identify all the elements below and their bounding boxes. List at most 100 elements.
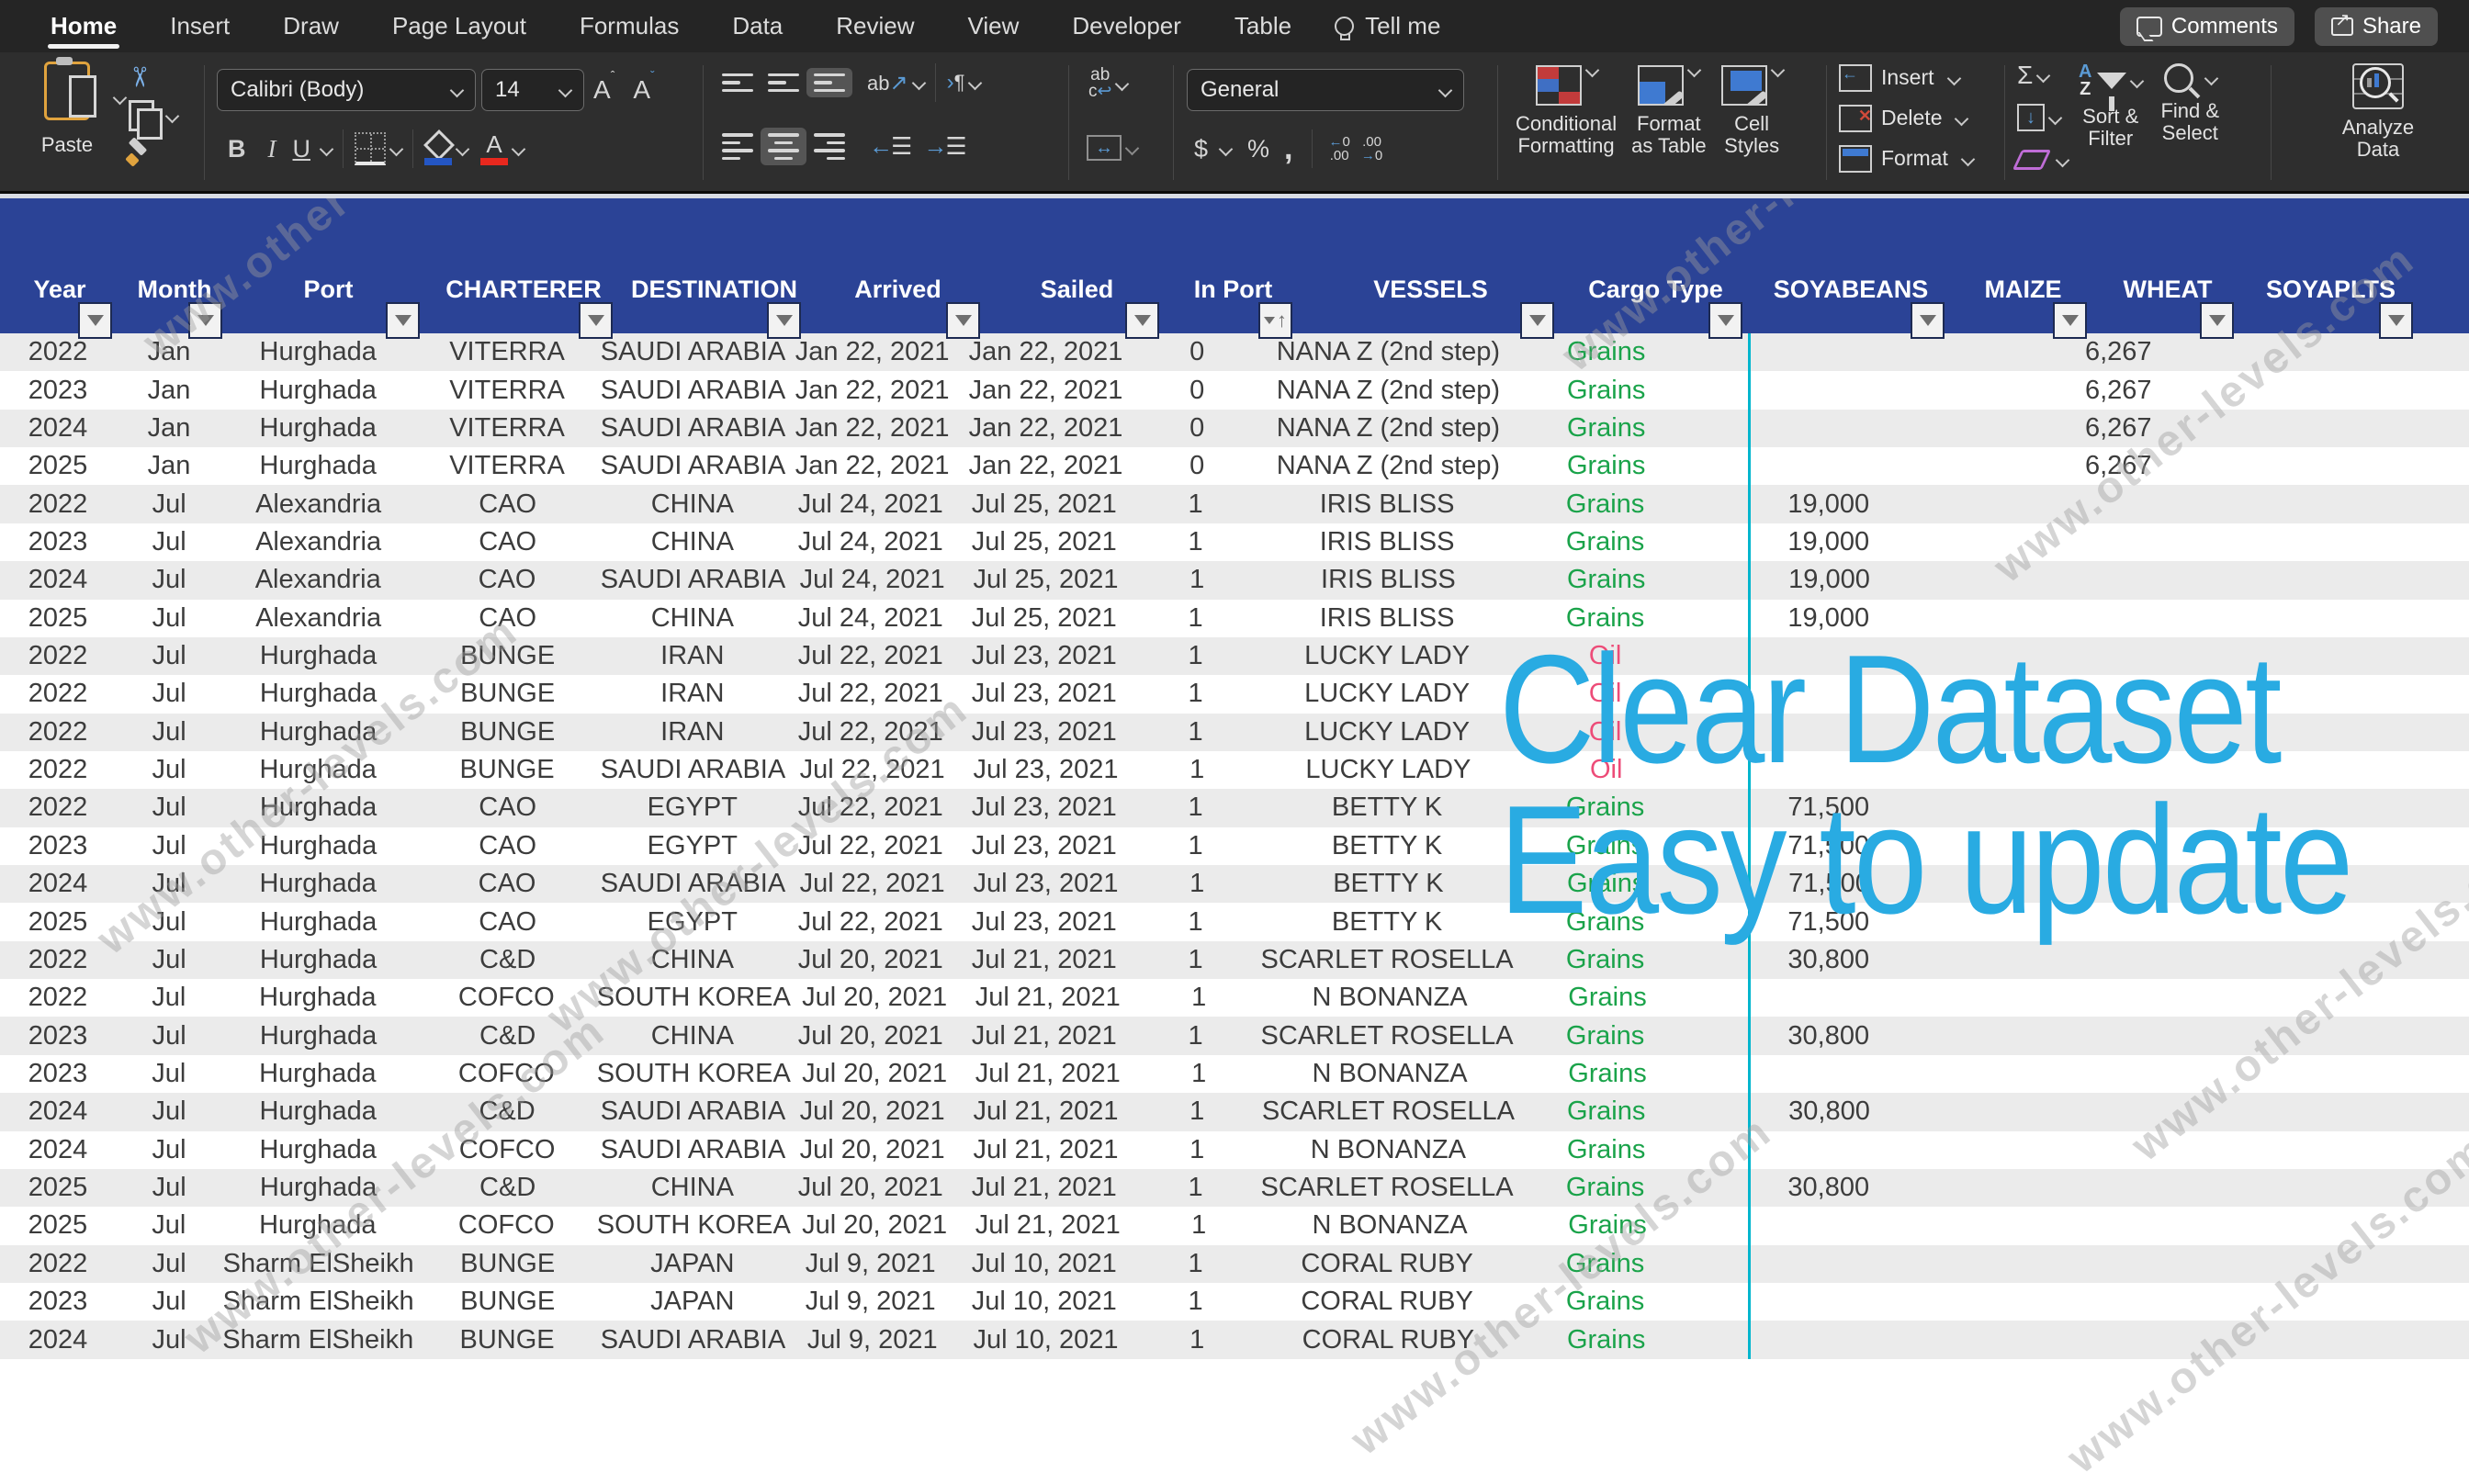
cell-month[interactable]: Jul <box>116 751 222 789</box>
cell-charterer[interactable]: C&D <box>414 1017 602 1054</box>
filter-dropdown-button-maize[interactable] <box>2053 302 2087 339</box>
cell-port[interactable]: Hurghada <box>222 410 413 447</box>
cell-maize[interactable] <box>1893 1283 2032 1321</box>
format-cells-button[interactable]: Format <box>1839 139 2004 179</box>
cell-wheat[interactable] <box>2032 1283 2175 1321</box>
cell-sailed[interactable]: Jul 23, 2021 <box>957 827 1131 865</box>
menu-tab-home[interactable]: Home <box>24 0 143 52</box>
cell-arrived[interactable]: Jul 22, 2021 <box>784 827 957 865</box>
cell-soyabeans[interactable] <box>1697 410 1894 447</box>
cell-in-port[interactable]: 1 <box>1131 789 1260 826</box>
cell-month[interactable]: Jan <box>116 333 222 371</box>
menu-tab-formulas[interactable]: Formulas <box>553 0 705 52</box>
cell-month[interactable]: Jul <box>116 1093 222 1130</box>
cell-wheat[interactable] <box>2032 941 2175 979</box>
cell-month[interactable]: Jul <box>116 523 222 561</box>
orientation-button[interactable]: ab↗ <box>867 70 926 96</box>
cell-charterer[interactable]: COFCO <box>413 1131 600 1169</box>
cell-port[interactable]: Hurghada <box>222 1169 413 1207</box>
cell-sailed[interactable]: Jul 21, 2021 <box>959 1093 1133 1130</box>
cell-wheat[interactable] <box>2032 1017 2175 1054</box>
cell-sailed[interactable]: Jul 25, 2021 <box>957 523 1131 561</box>
cell-hipr[interactable] <box>2350 789 2469 826</box>
cell-arrived[interactable]: Jul 20, 2021 <box>784 1169 957 1207</box>
cell-maize[interactable] <box>1894 1093 2033 1130</box>
cell-sailed[interactable]: Jul 21, 2021 <box>957 941 1131 979</box>
sort-filter-button[interactable]: AZ Sort & Filter <box>2071 58 2149 197</box>
cell-port[interactable]: Hurghada <box>222 1207 413 1244</box>
cell-destination[interactable]: SAUDI ARABIA <box>601 447 785 485</box>
cell-wheat[interactable] <box>2034 979 2177 1017</box>
cell-year[interactable]: 2024 <box>0 1321 116 1358</box>
cell-year[interactable]: 2025 <box>0 600 116 637</box>
cell-month[interactable]: Jul <box>116 561 222 599</box>
increase-font-size-button[interactable]: Aˆ <box>584 68 624 105</box>
tell-me[interactable]: Tell me <box>1318 12 1440 40</box>
increase-decimal-button[interactable]: ←0.00 <box>1324 135 1356 163</box>
cell-styles-button[interactable]: Cell Styles <box>1714 60 1790 163</box>
analyze-data-button[interactable]: Analyze Data <box>2335 58 2421 197</box>
merge-center-button[interactable]: ↔ <box>1087 135 1140 161</box>
cell-wheat[interactable] <box>2034 1207 2177 1244</box>
cell-hipr[interactable] <box>2350 751 2469 789</box>
cell-maize[interactable] <box>1894 1131 2033 1169</box>
cell-port[interactable]: Alexandria <box>222 523 413 561</box>
cell-maize[interactable] <box>1893 485 2032 523</box>
cell-charterer[interactable]: BUNGE <box>413 1321 600 1358</box>
cell-vessels[interactable]: SCARLET ROSELLA <box>1260 1169 1514 1207</box>
cell-soyaplts[interactable] <box>2175 1017 2350 1054</box>
autosum-button[interactable]: Σ <box>2017 58 2068 93</box>
cell-arrived[interactable]: Jul 20, 2021 <box>784 1017 957 1054</box>
cell-destination[interactable]: JAPAN <box>601 1283 784 1321</box>
cell-arrived[interactable]: Jul 20, 2021 <box>788 979 962 1017</box>
menu-tab-data[interactable]: Data <box>705 0 809 52</box>
cell-vessels[interactable]: BETTY K <box>1260 903 1514 940</box>
cell-vessels[interactable]: IRIS BLISS <box>1260 485 1514 523</box>
cell-port[interactable]: Alexandria <box>222 561 413 599</box>
cell-year[interactable]: 2023 <box>0 523 116 561</box>
filter-dropdown-button-vessels[interactable] <box>1520 302 1554 339</box>
cell-arrived[interactable]: Jul 22, 2021 <box>784 903 957 940</box>
cell-in-port[interactable]: 1 <box>1131 1245 1260 1283</box>
cell-in-port[interactable]: 0 <box>1133 410 1261 447</box>
cell-soyabeans[interactable]: 19,000 <box>1697 485 1893 523</box>
cell-cargo-type[interactable]: Grains <box>1514 523 1697 561</box>
cell-sailed[interactable]: Jul 23, 2021 <box>957 903 1131 940</box>
cell-hipr[interactable] <box>2350 675 2469 713</box>
cell-cargo-type[interactable]: Grains <box>1516 1207 1698 1244</box>
cell-maize[interactable] <box>1893 941 2032 979</box>
cell-charterer[interactable]: VITERRA <box>413 447 600 485</box>
cell-hipr[interactable] <box>2350 1169 2469 1207</box>
cell-arrived[interactable]: Jul 22, 2021 <box>784 789 957 826</box>
cell-in-port[interactable]: 1 <box>1131 941 1260 979</box>
cell-destination[interactable]: EGYPT <box>601 827 784 865</box>
cell-month[interactable]: Jul <box>116 637 222 675</box>
cell-in-port[interactable]: 1 <box>1133 751 1261 789</box>
cell-in-port[interactable]: 1 <box>1133 865 1261 903</box>
cell-cargo-type[interactable]: Grains <box>1515 410 1697 447</box>
cell-maize[interactable] <box>1895 1207 2034 1244</box>
cell-wheat[interactable]: 6,267 <box>2033 333 2176 371</box>
menu-tab-draw[interactable]: Draw <box>256 0 366 52</box>
cell-wheat[interactable] <box>2033 1321 2176 1358</box>
cell-year[interactable]: 2022 <box>0 485 116 523</box>
cell-hipr[interactable] <box>2350 1131 2469 1169</box>
cell-month[interactable]: Jul <box>116 600 222 637</box>
cell-soyaplts[interactable] <box>2175 941 2350 979</box>
cell-port[interactable]: Hurghada <box>222 827 413 865</box>
cell-sailed[interactable]: Jan 22, 2021 <box>959 410 1133 447</box>
cell-soyabeans[interactable]: 19,000 <box>1697 561 1894 599</box>
format-as-table-button[interactable]: Format as Table <box>1624 60 1714 163</box>
cell-in-port[interactable]: 1 <box>1133 1093 1261 1130</box>
cell-maize[interactable] <box>1895 979 2034 1017</box>
cell-hipr[interactable] <box>2350 1283 2469 1321</box>
align-top-button[interactable] <box>715 68 761 98</box>
cell-sailed[interactable]: Jan 22, 2021 <box>959 333 1133 371</box>
cell-vessels[interactable]: N BONANZA <box>1263 1055 1516 1093</box>
cell-soyaplts[interactable] <box>2176 1093 2351 1130</box>
cell-hipr[interactable] <box>2350 371 2469 409</box>
align-left-button[interactable] <box>715 128 761 165</box>
cell-hipr[interactable] <box>2350 637 2469 675</box>
cell-charterer[interactable]: C&D <box>414 941 602 979</box>
cell-soyaplts[interactable] <box>2175 1169 2350 1207</box>
